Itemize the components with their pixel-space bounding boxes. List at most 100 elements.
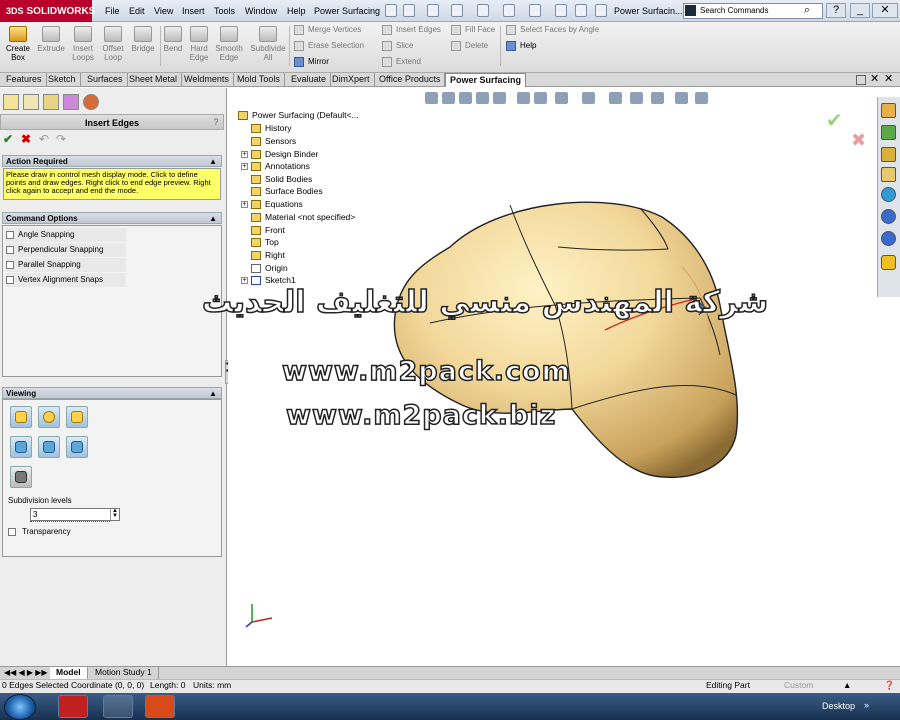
solidworks-taskbar-icon[interactable] — [58, 695, 88, 718]
view-orientation-icon[interactable] — [555, 92, 568, 104]
hide-show-items-icon[interactable] — [609, 92, 622, 104]
snowflake-app-taskbar-icon[interactable] — [103, 695, 133, 718]
display-style-icon[interactable] — [582, 92, 595, 104]
desktop-toolbar-label[interactable]: Desktop — [822, 693, 855, 720]
redo-arrow-icon[interactable]: ↷ — [56, 132, 66, 146]
tree-item-solid-bodies[interactable]: Solid Bodies — [241, 173, 312, 185]
solidworks-logo[interactable]: 3DS SOLIDWORKS — [0, 0, 95, 22]
minimize-button[interactable]: _ — [850, 3, 870, 18]
help-dropdown-icon[interactable]: ? — [826, 3, 846, 18]
select-faces-by-angle-button[interactable]: Select Faces by Angle — [506, 24, 599, 36]
property-manager-tab-icon[interactable] — [23, 94, 39, 110]
select-vertices-icon[interactable] — [10, 436, 32, 458]
tab-sheet-metal[interactable]: Sheet Metal — [125, 73, 183, 87]
insert-loops-button[interactable]: Insert Loops — [68, 26, 98, 62]
help-status-icon[interactable]: ❓ — [884, 680, 895, 691]
cancel-x-icon[interactable]: ✖ — [21, 132, 31, 146]
collapse-icon[interactable]: ▲ — [209, 213, 217, 224]
close-button[interactable]: ✕ — [872, 3, 898, 18]
confirm-cancel-icon[interactable]: ✖ — [851, 130, 866, 151]
menu-file[interactable]: File — [105, 0, 120, 22]
viewing-header[interactable]: Viewing ▲ — [2, 387, 222, 399]
vertex-alignment-snaps-checkbox[interactable]: Vertex Alignment Snaps — [6, 273, 126, 287]
delete-button[interactable]: Delete — [451, 40, 495, 52]
select-icon[interactable] — [529, 4, 541, 17]
tree-item-history[interactable]: History — [241, 122, 291, 134]
forum-icon[interactable] — [881, 255, 896, 270]
perpendicular-snapping-checkbox[interactable]: Perpendicular Snapping — [6, 243, 126, 257]
smooth-edge-button[interactable]: Smooth Edge — [214, 26, 244, 62]
menu-edit[interactable]: Edit — [129, 0, 145, 22]
subdivide-all-button[interactable]: Subdivide All — [250, 26, 286, 62]
design-library-icon[interactable] — [881, 125, 896, 140]
close-window-icon[interactable]: ✕ — [884, 73, 893, 85]
file-properties-icon[interactable] — [575, 4, 587, 17]
section-view-icon[interactable] — [517, 92, 530, 104]
collapse-icon[interactable]: ▲ — [209, 156, 217, 167]
tab-sketch[interactable]: Sketch — [44, 73, 81, 87]
tree-item-right-plane[interactable]: Right — [241, 249, 285, 261]
mirror-button[interactable]: Mirror — [294, 56, 364, 68]
tree-item-origin[interactable]: Origin — [241, 262, 288, 274]
collapse-icon[interactable]: ▲ — [209, 388, 217, 399]
extend-button[interactable]: Extend — [382, 56, 441, 68]
status-units-arrow-icon[interactable]: ▲ — [843, 680, 851, 690]
menu-help[interactable]: Help — [287, 0, 306, 22]
tree-item-material[interactable]: Material <not specified> — [241, 211, 355, 223]
file-explorer-icon[interactable] — [881, 147, 896, 162]
options-icon[interactable] — [595, 4, 607, 17]
menu-insert[interactable]: Insert — [182, 0, 205, 22]
display-pane-icon[interactable] — [695, 92, 708, 104]
section-view-icon[interactable] — [10, 466, 32, 488]
restore-window-icon[interactable] — [856, 75, 866, 85]
subdivision-spinner[interactable]: ▲ ▼ — [110, 508, 119, 520]
tab-mold-tools[interactable]: Mold Tools — [233, 73, 285, 87]
tab-features[interactable]: Features — [2, 73, 47, 87]
tab-motion-study-1[interactable]: Motion Study 1 — [89, 667, 159, 679]
tree-item-annotations[interactable]: + Annotations — [241, 160, 310, 172]
menu-window[interactable]: Window — [245, 0, 277, 22]
tab-evaluate[interactable]: Evaluate — [287, 73, 332, 87]
apply-scene-icon[interactable] — [651, 92, 664, 104]
erase-selection-button[interactable]: Erase Selection — [294, 40, 364, 52]
zoom-icon[interactable] — [493, 92, 506, 104]
powerpoint-taskbar-icon[interactable] — [145, 695, 175, 718]
subdivision-slider[interactable] — [30, 519, 110, 522]
select-edges-icon[interactable] — [38, 436, 60, 458]
previous-view-icon[interactable] — [425, 92, 438, 104]
confirm-ok-icon[interactable]: ✔ — [826, 108, 843, 133]
rotate-view-icon[interactable] — [476, 92, 489, 104]
open-icon[interactable] — [427, 4, 439, 17]
tab-model[interactable]: Model — [50, 667, 88, 679]
expand-icon[interactable]: + — [241, 151, 248, 159]
status-units-dropdown[interactable]: Custom — [784, 680, 813, 690]
tab-surfaces[interactable]: Surfaces — [83, 73, 128, 87]
ok-checkmark-icon[interactable]: ✔ — [3, 132, 13, 146]
menu-power-surfacing[interactable]: Power Surfacing — [314, 0, 380, 22]
display-manager-tab-icon[interactable] — [83, 94, 99, 110]
menu-tools[interactable]: Tools — [214, 0, 235, 22]
print-icon[interactable] — [477, 4, 489, 17]
subdivision-surface-model[interactable] — [390, 195, 745, 485]
extrude-button[interactable]: Extrude — [36, 26, 66, 53]
offset-loop-button[interactable]: Offset Loop — [98, 26, 128, 62]
create-box-button[interactable]: Create Box — [3, 26, 33, 62]
menu-view[interactable]: View — [154, 0, 173, 22]
save-icon[interactable] — [451, 4, 463, 17]
zoom-to-fit-icon[interactable] — [442, 92, 455, 104]
view-palette-icon[interactable] — [881, 187, 896, 202]
configuration-manager-tab-icon[interactable] — [43, 94, 59, 110]
tree-item-sensors[interactable]: Sensors — [241, 135, 296, 147]
transparency-checkbox[interactable]: Transparency — [8, 526, 71, 538]
appearances-icon[interactable] — [881, 209, 896, 224]
close-document-icon[interactable]: ✕ — [870, 73, 879, 85]
combined-view-icon[interactable] — [66, 406, 88, 428]
smooth-mesh-view-icon[interactable] — [38, 406, 60, 428]
expand-icon[interactable]: + — [241, 277, 248, 285]
angle-snapping-checkbox[interactable]: Angle Snapping — [6, 228, 126, 242]
tree-item-design-binder[interactable]: + Design Binder — [241, 148, 318, 160]
pin-icon[interactable] — [385, 4, 397, 17]
command-options-header[interactable]: Command Options ▲ — [2, 212, 222, 224]
merge-vertices-button[interactable]: Merge Vertices — [294, 24, 364, 36]
slice-button[interactable]: Slice — [382, 40, 441, 52]
